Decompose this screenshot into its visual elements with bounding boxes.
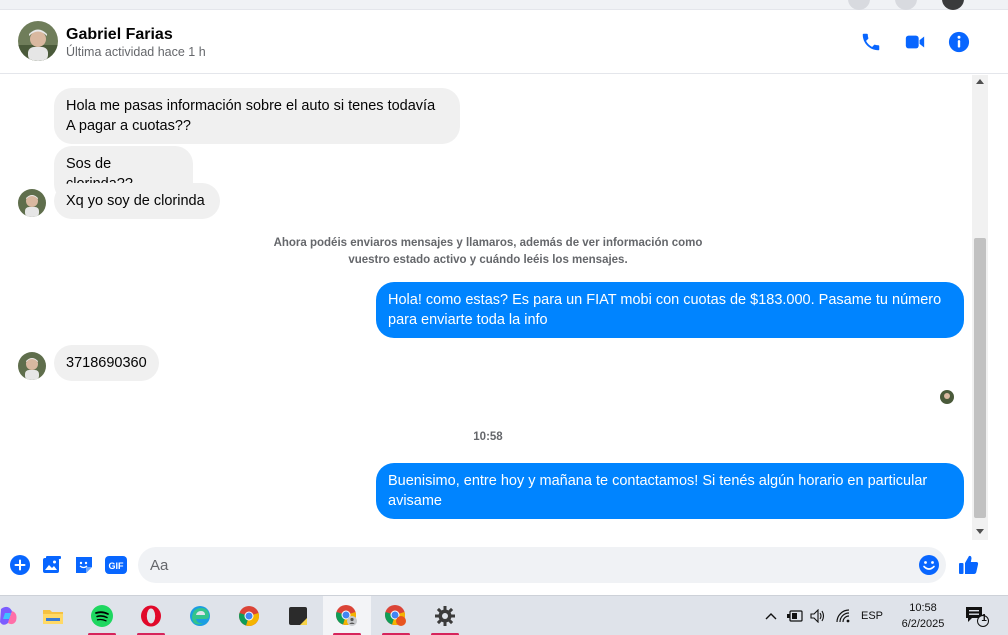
contact-avatar-small[interactable] <box>18 352 46 380</box>
chrome-profile-2-icon[interactable] <box>372 596 420 635</box>
scroll-thumb[interactable] <box>974 238 986 518</box>
message-text: Xq yo soy de clorinda <box>66 193 205 209</box>
language-indicator[interactable]: ESP <box>858 596 886 635</box>
windows-taskbar: ESP 10:58 6/2/2025 1 <box>0 595 1008 635</box>
contact-avatar[interactable] <box>18 21 58 61</box>
image-icon[interactable] <box>41 554 63 576</box>
contact-status: Última actividad hace 1 h <box>66 45 206 59</box>
edge-icon[interactable] <box>176 596 224 635</box>
top-profile-avatar[interactable] <box>942 0 964 10</box>
sticky-notes-icon[interactable] <box>274 596 322 635</box>
chat-scrollbar[interactable] <box>972 75 988 540</box>
seen-receipt-avatar <box>940 390 954 404</box>
spotify-icon[interactable] <box>78 596 126 635</box>
conversation-header: Gabriel Farias Última actividad hace 1 h <box>0 10 1008 74</box>
message-text: 3718690360 <box>66 355 147 371</box>
contact-avatar-small[interactable] <box>18 189 46 217</box>
sticker-icon[interactable] <box>73 554 95 576</box>
message-input[interactable] <box>150 547 910 583</box>
system-notice-line: Ahora podéis enviaros mensajes y llamaro… <box>273 237 703 249</box>
video-camera-icon[interactable] <box>903 30 927 54</box>
contact-name[interactable]: Gabriel Farias <box>66 26 173 44</box>
message-composer: GIF <box>0 540 1008 595</box>
top-toolbar-button[interactable] <box>895 0 917 10</box>
scroll-down-arrow-icon[interactable] <box>976 529 984 534</box>
message-thread: Hola me pasas información sobre el auto … <box>0 75 972 540</box>
outgoing-message[interactable]: Hola! como estas? Es para un FIAT mobi c… <box>376 282 964 338</box>
plus-circle-icon[interactable] <box>9 554 31 576</box>
message-text: A pagar a cuotas?? <box>66 118 191 134</box>
settings-icon[interactable] <box>421 596 469 635</box>
time-separator: 10:58 <box>473 431 503 443</box>
system-notice-line: vuestro estado activo y cuándo leéis los… <box>348 254 628 266</box>
top-toolbar-button[interactable] <box>848 0 870 10</box>
opera-icon[interactable] <box>127 596 175 635</box>
clock-time: 10:58 <box>909 602 937 614</box>
incoming-message[interactable]: Hola me pasas información sobre el auto … <box>54 88 460 144</box>
clock-date: 6/2/2025 <box>901 618 945 630</box>
file-explorer-icon[interactable] <box>29 596 77 635</box>
message-input-container[interactable] <box>138 547 946 583</box>
window-top-edge <box>0 0 1008 10</box>
gif-label: GIF <box>109 561 125 571</box>
thumbs-up-icon[interactable] <box>957 554 981 576</box>
scroll-up-arrow-icon[interactable] <box>976 79 984 84</box>
emoji-icon[interactable] <box>918 554 940 576</box>
chrome-profile-icon[interactable] <box>323 596 371 635</box>
incoming-message[interactable]: 3718690360 <box>54 345 159 381</box>
volume-icon[interactable] <box>808 596 828 635</box>
phone-icon[interactable] <box>859 30 883 54</box>
message-text: Buenisimo, entre hoy y mañana te contact… <box>388 473 928 489</box>
show-hidden-icons-chevron-icon[interactable] <box>762 596 780 635</box>
system-notice: Ahora podéis enviaros mensajes y llamaro… <box>250 235 726 269</box>
message-text: Hola me pasas información sobre el auto … <box>66 98 436 114</box>
notification-center-icon[interactable]: 1 <box>962 596 992 635</box>
copilot-icon[interactable] <box>0 596 32 635</box>
incoming-message[interactable]: Xq yo soy de clorinda <box>54 183 220 219</box>
system-clock[interactable]: 10:58 6/2/2025 <box>888 600 958 632</box>
battery-icon[interactable] <box>785 596 805 635</box>
message-text: avisame <box>388 493 442 509</box>
gif-icon[interactable]: GIF <box>105 554 127 576</box>
info-icon[interactable] <box>947 30 971 54</box>
notification-count: 1 <box>981 613 987 624</box>
outgoing-message[interactable]: Buenisimo, entre hoy y mañana te contact… <box>376 463 964 519</box>
chrome-icon[interactable] <box>225 596 273 635</box>
message-text: para enviarte toda la info <box>388 312 548 328</box>
message-text: Hola! como estas? Es para un FIAT mobi c… <box>388 292 942 308</box>
wifi-icon[interactable] <box>834 596 854 635</box>
